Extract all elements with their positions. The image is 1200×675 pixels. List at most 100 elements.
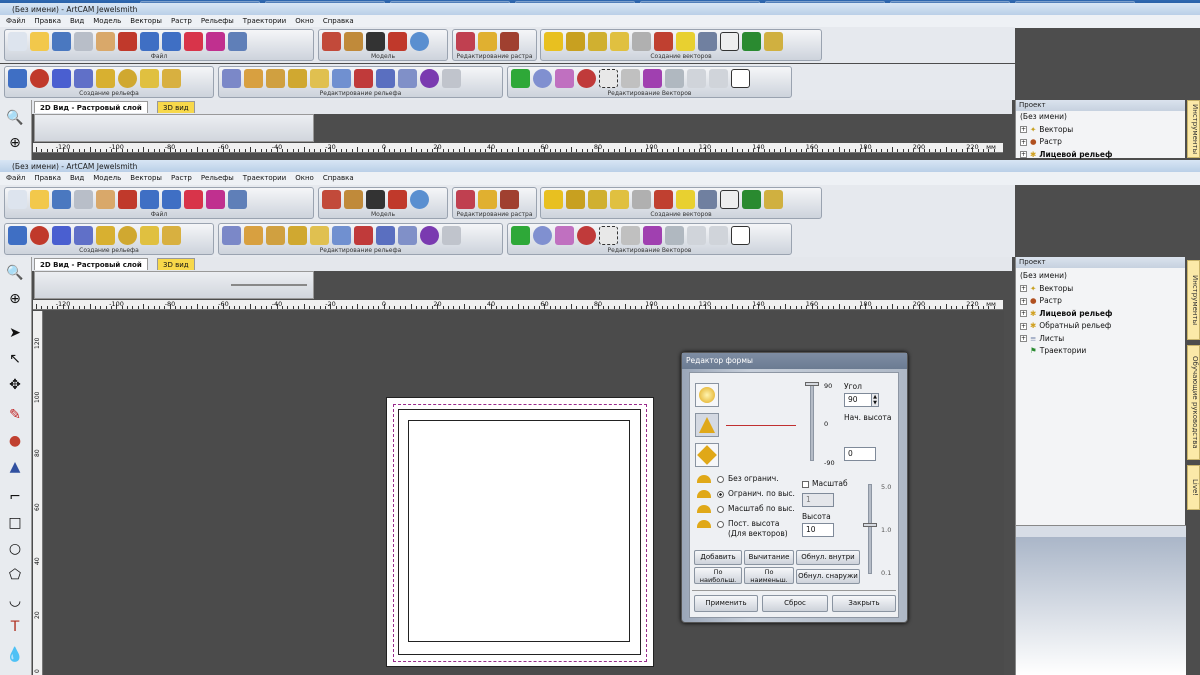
vector-rotate-icon[interactable]	[577, 226, 596, 245]
vector-ring-icon[interactable]	[533, 69, 552, 88]
apply-button[interactable]: Применить	[694, 595, 758, 612]
menu-window[interactable]: Окно	[295, 172, 314, 185]
vector-arc-icon[interactable]	[610, 32, 629, 51]
polyline-icon[interactable]: ⌐	[4, 487, 26, 507]
tree-item-vectors[interactable]: + ✦ Векторы	[1020, 283, 1185, 296]
profile-angular-button[interactable]	[695, 413, 719, 437]
relief-offset-icon[interactable]	[288, 69, 307, 88]
vector-select-icon[interactable]	[599, 69, 618, 88]
model-dark-icon[interactable]	[366, 32, 385, 51]
vector-shape-icon[interactable]	[555, 69, 574, 88]
relief-flat-icon[interactable]	[398, 69, 417, 88]
relief-edit-icon[interactable]	[222, 69, 241, 88]
zero-inside-button[interactable]: Обнул. внутри	[796, 550, 860, 565]
vector-fillet-icon[interactable]	[709, 69, 728, 88]
relief-erase-icon[interactable]	[442, 226, 461, 245]
relief-sweep-icon[interactable]	[74, 69, 93, 88]
tree-item-sheets[interactable]: + ≡ Листы	[1020, 333, 1185, 346]
book-icon[interactable]	[206, 32, 225, 51]
tab-2d-view[interactable]: 2D Вид - Растровый слой	[34, 258, 148, 270]
relief-star-icon[interactable]	[52, 69, 71, 88]
vector-fillet-icon[interactable]	[709, 226, 728, 245]
radio-unlimited[interactable]	[717, 476, 724, 483]
vector-nodes-icon[interactable]	[566, 190, 585, 209]
new-file-icon[interactable]	[8, 32, 27, 51]
tree-item-bitmap[interactable]: + ● Растр	[1020, 136, 1185, 149]
tree-item-bitmap[interactable]: + ● Растр	[1020, 295, 1185, 308]
save-icon[interactable]	[52, 190, 71, 209]
vector-grid-icon[interactable]	[742, 190, 761, 209]
close-button[interactable]: Закрыть	[832, 595, 896, 612]
model-size-icon[interactable]	[322, 190, 341, 209]
zero-outside-button[interactable]: Обнул. снаружи	[796, 569, 860, 584]
vector-join-icon[interactable]	[687, 226, 706, 245]
relief-wrap-icon[interactable]	[332, 69, 351, 88]
paste-icon[interactable]	[118, 190, 137, 209]
polygon-icon[interactable]: ⬠	[4, 565, 26, 585]
vector-grid-icon[interactable]	[742, 32, 761, 51]
model-origin-icon[interactable]	[388, 32, 407, 51]
text-icon[interactable]: T	[4, 617, 26, 637]
drop-icon[interactable]: 💧	[4, 645, 26, 665]
vector-add-icon[interactable]	[511, 69, 530, 88]
settings-icon[interactable]	[228, 32, 247, 51]
relief-smooth-icon[interactable]	[244, 69, 263, 88]
inner-vector-rect[interactable]	[408, 420, 630, 642]
tree-item-front-relief[interactable]: + ✱ Лицевой рельеф	[1020, 308, 1185, 321]
side-tab-tools-top[interactable]: Инструменты	[1187, 100, 1200, 158]
vector-rotate-icon[interactable]	[577, 69, 596, 88]
model-size-icon[interactable]	[322, 32, 341, 51]
menu-view[interactable]: Вид	[70, 172, 84, 185]
menu-model[interactable]: Модель	[93, 172, 121, 185]
vector-star-icon[interactable]	[544, 190, 563, 209]
vector-layers-icon[interactable]	[764, 190, 783, 209]
relief-extrude-icon[interactable]	[162, 226, 181, 245]
undo-icon[interactable]	[140, 190, 159, 209]
vector-star-icon[interactable]	[544, 32, 563, 51]
bitmap-brush-icon[interactable]	[500, 32, 519, 51]
scale-slider-thumb[interactable]	[863, 523, 877, 527]
redo-icon[interactable]	[162, 32, 181, 51]
relief-erase-icon[interactable]	[442, 69, 461, 88]
start-height-input[interactable]: 0	[844, 447, 876, 461]
relief-sculpt-icon[interactable]	[354, 226, 373, 245]
vector-layers-icon[interactable]	[764, 32, 783, 51]
vector-box-icon[interactable]	[643, 226, 662, 245]
bitmap-shape-icon[interactable]	[478, 32, 497, 51]
book-icon[interactable]	[206, 190, 225, 209]
zoom-area-icon[interactable]: 🔍	[4, 108, 26, 128]
vector-select-icon[interactable]	[599, 226, 618, 245]
settings-icon[interactable]	[228, 190, 247, 209]
profile-round-button[interactable]	[695, 383, 719, 407]
scale-input[interactable]: 1	[802, 493, 834, 507]
menu-file[interactable]: Файл	[6, 172, 25, 185]
height-input[interactable]: 10	[802, 523, 834, 537]
angle-slider-track[interactable]	[810, 383, 814, 461]
relief-merge-icon[interactable]	[310, 69, 329, 88]
relief-dome-icon[interactable]	[30, 226, 49, 245]
relief-dome-icon[interactable]	[30, 69, 49, 88]
relief-sweep-icon[interactable]	[74, 226, 93, 245]
fill-icon[interactable]: ▲	[4, 457, 26, 477]
model-origin-icon[interactable]	[388, 190, 407, 209]
vector-add-icon[interactable]	[511, 226, 530, 245]
edit-icon[interactable]	[184, 32, 203, 51]
relief-bend-icon[interactable]	[376, 69, 395, 88]
tab-2d-view[interactable]: 2D Вид - Растровый слой	[34, 101, 148, 113]
zoom-slider[interactable]	[231, 284, 307, 286]
profile-plane-button[interactable]	[695, 443, 719, 467]
by-max-button[interactable]: По наибольш.	[694, 567, 742, 584]
radio-const-height[interactable]	[717, 521, 724, 528]
vector-offset-icon[interactable]	[665, 69, 684, 88]
radio-scale-height[interactable]	[717, 506, 724, 513]
transform-icon[interactable]: ✥	[4, 375, 26, 395]
cut-icon[interactable]	[74, 32, 93, 51]
angle-spinner[interactable]: ▲ ▼	[871, 393, 879, 407]
relief-flat-icon[interactable]	[398, 226, 417, 245]
redo-icon[interactable]	[162, 190, 181, 209]
by-min-button[interactable]: По наименьш.	[744, 567, 794, 584]
vector-offset-icon[interactable]	[665, 226, 684, 245]
relief-spiral-icon[interactable]	[96, 69, 115, 88]
vector-nodes-icon[interactable]	[566, 32, 585, 51]
vector-mirror-icon[interactable]	[621, 226, 640, 245]
